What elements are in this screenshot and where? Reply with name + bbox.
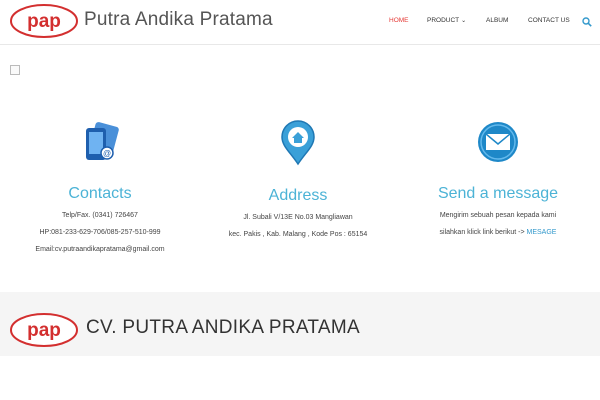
- contacts-section: @ Contacts Telp/Fax. (0341) 726467 HP:08…: [0, 120, 200, 254]
- nav-home[interactable]: HOME: [389, 17, 409, 24]
- address-line-1: Jl. Subali V/13E No.03 Mangliawan: [243, 214, 353, 221]
- address-title: Address: [268, 187, 328, 204]
- site-header: pap Putra Andika Pratama HOME PRODUCT ⌄ A…: [0, 0, 600, 45]
- message-link[interactable]: MESAGE: [527, 229, 557, 236]
- broken-image-icon: [10, 65, 20, 75]
- svg-text:@: @: [103, 149, 111, 158]
- address-line-2: kec. Pakis , Kab. Malang , Kode Pos : 65…: [228, 231, 368, 238]
- nav-contact-us[interactable]: CONTACT US: [528, 17, 570, 24]
- nav-album[interactable]: ALBUM: [486, 17, 508, 24]
- nav-product-label: PRODUCT: [427, 17, 460, 24]
- contact-phone-fax: Telp/Fax. (0341) 726467: [62, 212, 138, 219]
- message-line-2-text: silahkan klick link berikut ->: [439, 229, 525, 236]
- message-line-1: Mengirim sebuah pesan kepada kami: [439, 212, 557, 219]
- message-section: Send a message Mengirim sebuah pesan kep…: [398, 120, 598, 237]
- footer-company-name: CV. PUTRA ANDIKA PRATAMA: [86, 317, 360, 338]
- location-pin-icon: [281, 120, 315, 166]
- contact-email[interactable]: Email:cv.putraandikapratama@gmail.com: [30, 245, 170, 254]
- contact-mobile: HP:081-233-629-706/085-257-510-999: [39, 229, 161, 236]
- main-nav: HOME PRODUCT ⌄ ALBUM CONTACT US: [0, 17, 600, 29]
- phone-icon: @: [86, 122, 119, 160]
- footer-pap-logo[interactable]: pap: [10, 313, 78, 347]
- envelope-icon: [478, 122, 518, 162]
- footer-band: pap CV. PUTRA ANDIKA PRATAMA: [0, 292, 600, 356]
- address-section: Address Jl. Subali V/13E No.03 Mangliawa…: [198, 120, 398, 239]
- message-line-2: silahkan klick link berikut -> MESAGE: [413, 228, 583, 237]
- chevron-down-icon: ⌄: [461, 18, 467, 24]
- nav-product[interactable]: PRODUCT ⌄: [427, 17, 466, 24]
- contacts-title: Contacts: [68, 185, 132, 202]
- search-icon[interactable]: [582, 17, 592, 27]
- message-title: Send a message: [437, 185, 559, 202]
- footer-logo-text: pap: [27, 320, 61, 341]
